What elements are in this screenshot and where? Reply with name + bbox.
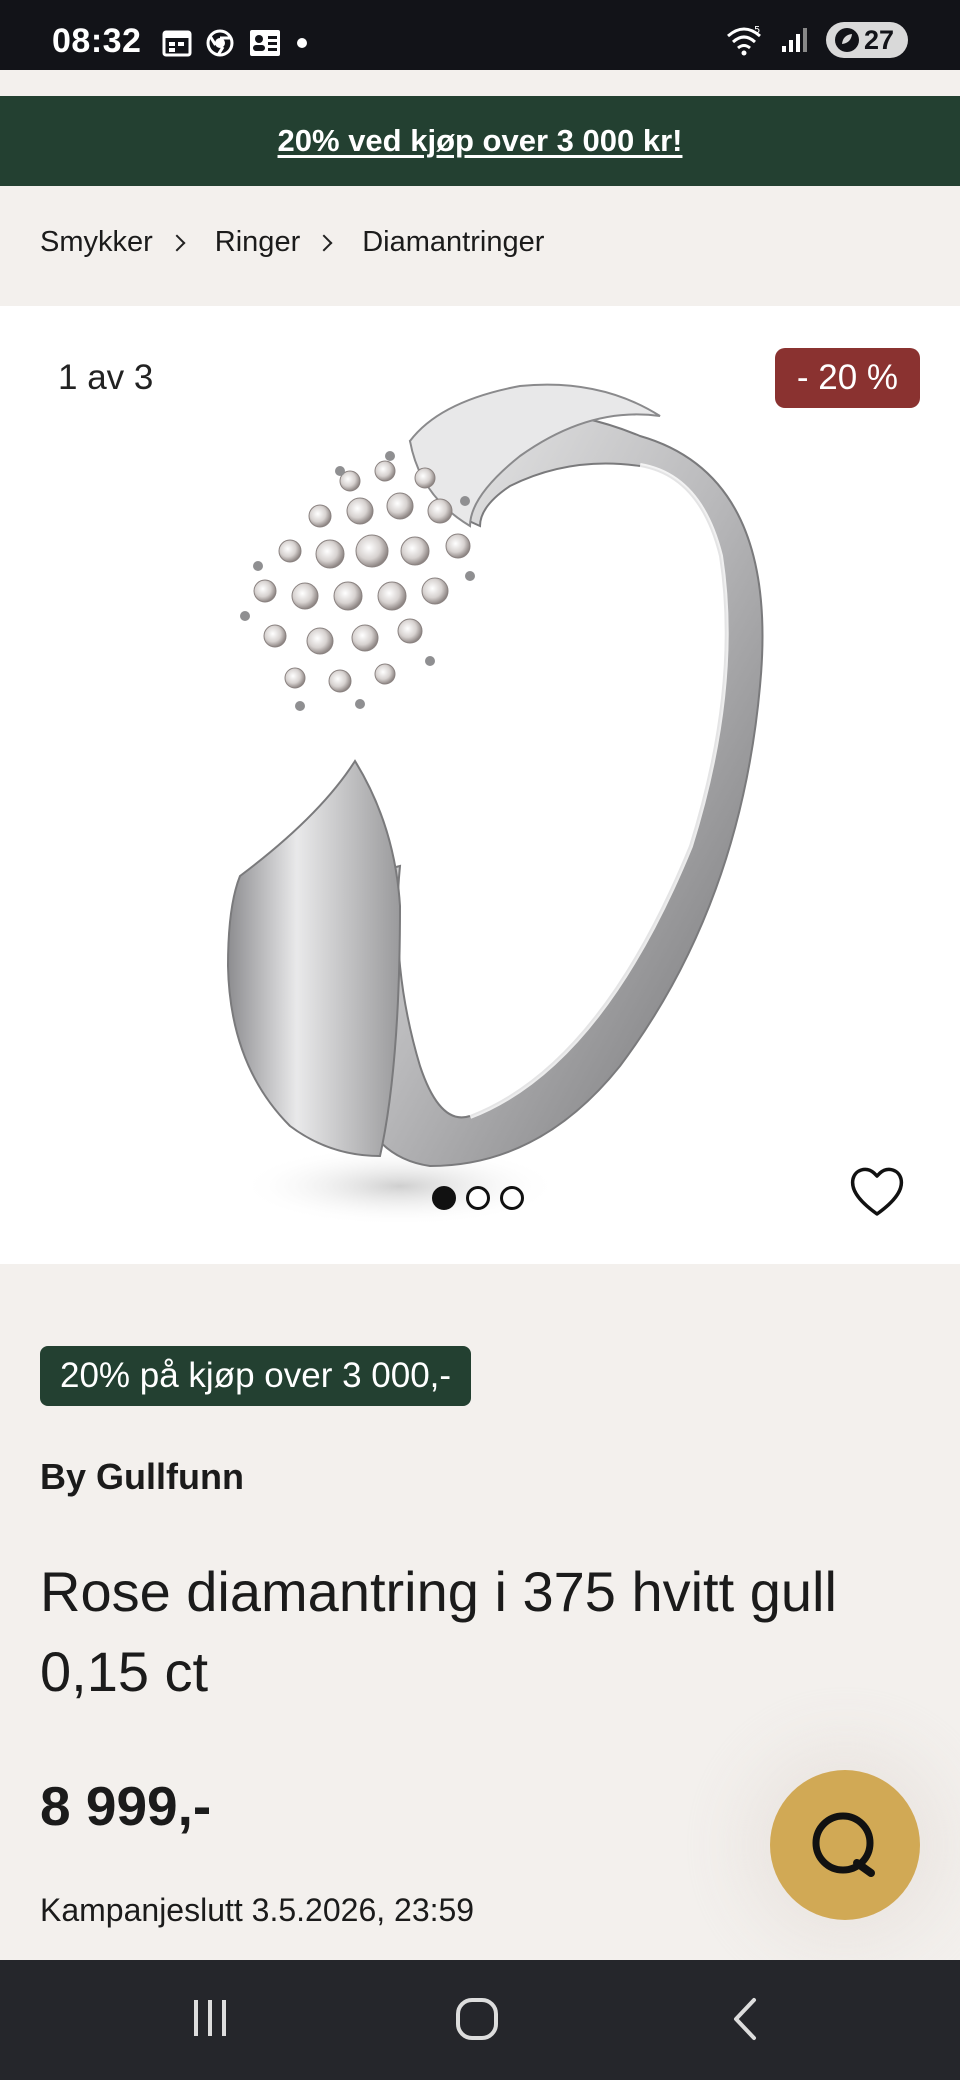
chevron-right-icon	[315, 234, 333, 251]
breadcrumb-item-smykker[interactable]: Smykker	[40, 226, 153, 259]
system-nav-bar	[0, 1960, 960, 2080]
status-time: 08:32	[52, 22, 142, 60]
product-brand[interactable]: By Gullfunn	[40, 1456, 244, 1498]
breadcrumb: Smykker Ringer Diamantringer	[40, 226, 544, 259]
carousel-dot-3[interactable]	[500, 1186, 524, 1210]
contacts-icon	[250, 30, 280, 56]
back-icon[interactable]	[726, 1996, 766, 2042]
product-image[interactable]	[0, 306, 960, 1264]
heart-icon[interactable]	[848, 1164, 906, 1218]
campaign-end-text: Kampanjeslutt 3.5.2026, 23:59	[40, 1892, 475, 1928]
battery-level: 27	[863, 24, 894, 55]
product-image-gallery[interactable]: 1 av 3 - 20 %	[0, 306, 960, 1264]
status-bar: 08:32 5 27	[0, 0, 960, 70]
notification-dot-icon	[297, 38, 307, 48]
calendar-icon	[162, 30, 192, 57]
product-title: Rose diamantring i 375 hvitt gull 0,15 c…	[40, 1560, 837, 1703]
image-counter: 1 av 3	[58, 358, 154, 397]
signal-icon	[781, 28, 807, 52]
promo-banner[interactable]: 20% ved kjøp over 3 000 kr!	[0, 96, 960, 186]
header-strip	[0, 70, 960, 96]
chrome-icon	[206, 29, 234, 57]
home-icon[interactable]	[454, 1996, 500, 2042]
carousel-dot-1[interactable]	[432, 1186, 456, 1210]
promo-tag: 20% på kjøp over 3 000,-	[40, 1346, 472, 1406]
chevron-right-icon	[168, 234, 186, 251]
breadcrumb-item-ringer[interactable]: Ringer	[215, 226, 300, 259]
recent-apps-icon[interactable]	[188, 1996, 232, 2040]
carousel-dots	[432, 1186, 524, 1210]
breadcrumb-item-diamantringer[interactable]: Diamantringer	[362, 226, 544, 259]
product-price: 8 999,-	[40, 1775, 212, 1837]
svg-text:5: 5	[754, 25, 760, 36]
chat-icon	[812, 1812, 875, 1877]
battery-indicator: 27	[825, 22, 908, 58]
discount-badge: - 20 %	[774, 348, 920, 408]
chat-button[interactable]	[770, 1770, 920, 1920]
promo-banner-link[interactable]: 20% ved kjøp over 3 000 kr!	[278, 123, 683, 159]
carousel-dot-2[interactable]	[466, 1186, 490, 1210]
wifi-icon: 5	[726, 25, 761, 56]
battery-saver-icon	[834, 28, 859, 52]
